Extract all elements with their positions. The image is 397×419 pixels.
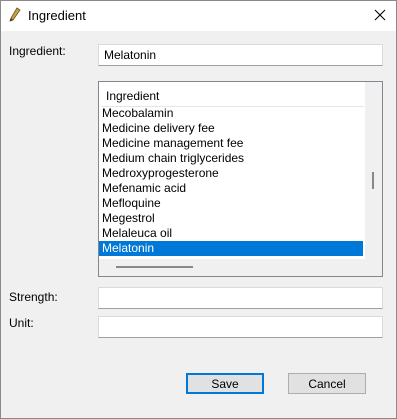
list-item[interactable]: Medroxyprogesterone <box>99 166 363 181</box>
close-icon <box>374 9 386 24</box>
list-column-header[interactable]: Ingredient <box>101 86 364 107</box>
strength-label: Strength: <box>9 290 58 304</box>
list-rows: Mecobalamin Medicine delivery fee Medicine… <box>99 106 363 256</box>
save-button[interactable]: Save <box>186 373 264 394</box>
list-item[interactable]: Megestrol <box>99 211 363 226</box>
list-item[interactable]: Mecobalamin <box>99 106 363 121</box>
ingredient-label: Ingredient: <box>9 44 66 58</box>
list-item[interactable]: Melatonin <box>99 241 363 256</box>
list-item[interactable]: Medicine management fee <box>99 136 363 151</box>
vertical-scroll-thumb[interactable] <box>372 172 374 189</box>
horizontal-scrollbar[interactable] <box>99 259 365 276</box>
unit-input[interactable] <box>98 316 383 338</box>
close-button[interactable] <box>364 1 396 31</box>
list-item[interactable]: Medicine delivery fee <box>99 121 363 136</box>
title-bar: Ingredient <box>1 1 396 31</box>
window-title: Ingredient <box>28 8 86 23</box>
pencil-icon <box>7 7 23 23</box>
ingredient-list[interactable]: Ingredient Mecobalamin Medicine delivery … <box>98 81 383 277</box>
list-header-label: Ingredient <box>106 89 160 103</box>
scrollbar-corner <box>365 259 382 276</box>
list-item[interactable]: Melaleuca oil <box>99 226 363 241</box>
unit-label: Unit: <box>9 316 34 330</box>
strength-input[interactable] <box>98 287 383 309</box>
list-item[interactable]: Mefenamic acid <box>99 181 363 196</box>
vertical-scrollbar[interactable] <box>365 82 382 260</box>
horizontal-scroll-thumb[interactable] <box>116 266 193 268</box>
list-item[interactable]: Mefloquine <box>99 196 363 211</box>
cancel-button[interactable]: Cancel <box>288 373 366 394</box>
ingredient-input[interactable]: Melatonin <box>98 44 383 66</box>
list-item[interactable]: Medium chain triglycerides <box>99 151 363 166</box>
ingredient-dialog: Ingredient Ingredient: Melatonin Ingredi… <box>0 0 397 419</box>
